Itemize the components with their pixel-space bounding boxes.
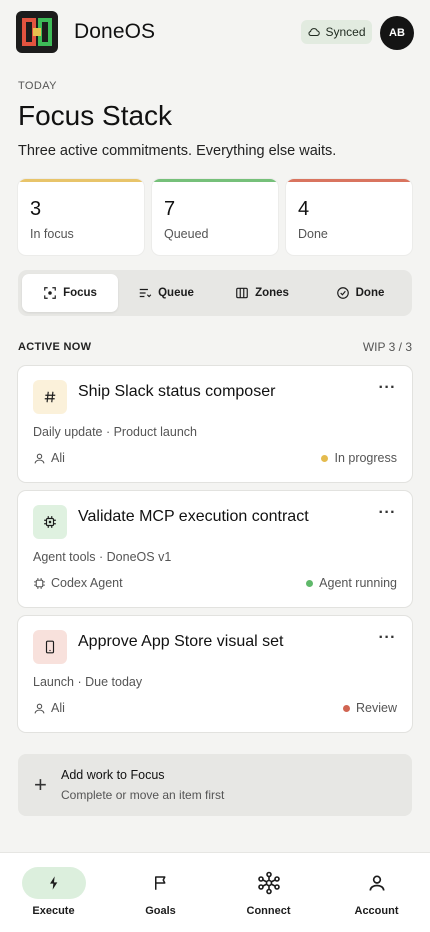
task-meta: Agent tools · DoneOS v1 — [33, 550, 172, 564]
task-owner: Ali — [33, 451, 65, 465]
page-title: Focus Stack — [18, 100, 173, 131]
focus-icon — [44, 287, 56, 299]
status-dot — [321, 454, 329, 462]
bolt-icon — [49, 876, 57, 890]
nav-label: Execute — [32, 905, 75, 917]
hash-icon — [44, 391, 56, 403]
stat-accent-bar — [152, 179, 278, 182]
task-icon-badge — [33, 380, 67, 414]
task-status-label: Review — [356, 701, 397, 715]
nav-label: Account — [354, 905, 399, 917]
task-owner: Codex Agent — [33, 576, 123, 590]
task-owner-name: Ali — [51, 701, 65, 715]
zones-icon — [236, 287, 248, 299]
tab-queue[interactable]: Queue — [118, 274, 214, 312]
tab-label: Focus — [63, 287, 97, 299]
more-options-button[interactable]: ··· — [379, 504, 396, 522]
page-subtitle: Three active commitments. Everything els… — [18, 143, 337, 159]
nav-active-pill — [21, 867, 86, 899]
task-status: Review — [343, 701, 397, 715]
task-card[interactable]: Ship Slack status composer ··· Daily upd… — [18, 366, 412, 482]
nav-icon-wrap — [237, 867, 301, 899]
add-work-title: Add work to Focus — [61, 768, 165, 782]
task-card[interactable]: Validate MCP execution contract ··· Agen… — [18, 491, 412, 607]
tab-label: Queue — [158, 287, 194, 299]
view-tabs: Focus Queue Zones Done — [18, 270, 412, 316]
section-heading: ACTIVE NOW — [18, 341, 92, 353]
nav-item-execute[interactable]: Execute — [0, 853, 107, 932]
stat-card-in-focus[interactable]: 3 In focus — [18, 179, 144, 255]
nav-label: Connect — [246, 905, 291, 917]
task-title: Approve App Store visual set — [78, 633, 284, 650]
cloud-check-icon — [308, 28, 321, 37]
chip-icon — [44, 516, 56, 528]
stat-label: In focus — [30, 227, 74, 241]
nav-icon-wrap — [345, 867, 409, 899]
network-icon — [257, 871, 280, 895]
app-logo — [16, 11, 58, 53]
nav-item-connect[interactable]: Connect — [215, 853, 322, 932]
task-status-label: In progress — [334, 451, 397, 465]
task-owner-name: Codex Agent — [51, 576, 123, 590]
sync-status-label: Synced — [325, 25, 366, 39]
app-header: DoneOS Synced AB — [0, 0, 430, 64]
task-status: In progress — [321, 451, 397, 465]
nav-item-goals[interactable]: Goals — [107, 853, 214, 932]
user-icon — [34, 703, 45, 713]
app-name: DoneOS — [74, 20, 156, 43]
tab-done[interactable]: Done — [312, 274, 408, 312]
stat-value: 3 — [30, 198, 42, 220]
task-status-label: Agent running — [319, 576, 397, 590]
tab-focus[interactable]: Focus — [22, 274, 118, 312]
chip-icon — [34, 577, 45, 589]
wip-counter: WIP 3 / 3 — [362, 340, 412, 354]
task-meta: Daily update · Product launch — [33, 425, 197, 439]
add-work-subtitle: Complete or move an item first — [61, 788, 225, 802]
nav-label: Goals — [145, 905, 176, 917]
add-work-button[interactable]: + Add work to Focus Complete or move an … — [18, 754, 412, 816]
status-dot — [343, 704, 350, 712]
task-title: Validate MCP execution contract — [78, 508, 309, 525]
task-icon-badge — [33, 630, 67, 664]
user-icon — [34, 453, 45, 463]
stat-card-queued[interactable]: 7 Queued — [152, 179, 278, 255]
tab-label: Done — [355, 287, 385, 299]
task-title: Ship Slack status composer — [78, 383, 276, 400]
task-status: Agent running — [306, 576, 397, 590]
task-icon-badge — [33, 505, 67, 539]
status-dot — [306, 579, 314, 587]
nav-icon-wrap — [129, 867, 193, 899]
page-eyebrow: TODAY — [18, 80, 57, 92]
stat-card-done[interactable]: 4 Done — [286, 179, 412, 255]
check-circle-icon — [336, 287, 349, 299]
more-options-button[interactable]: ··· — [379, 379, 396, 397]
bottom-nav: Execute Goals Connect Account — [0, 852, 430, 932]
more-options-button[interactable]: ··· — [379, 629, 396, 647]
flag-icon — [154, 876, 165, 890]
stat-accent-bar — [18, 179, 144, 182]
tab-zones[interactable]: Zones — [214, 274, 310, 312]
doneos-logo-icon — [22, 18, 52, 46]
tab-label: Zones — [255, 287, 289, 299]
task-owner-name: Ali — [51, 451, 65, 465]
stat-value: 4 — [298, 198, 310, 220]
plus-icon: + — [34, 772, 47, 797]
task-card[interactable]: Approve App Store visual set ··· Launch … — [18, 616, 412, 732]
stat-label: Done — [298, 227, 328, 241]
phone-icon — [45, 640, 55, 654]
task-meta: Launch · Due today — [33, 675, 143, 689]
sync-status-badge[interactable]: Synced — [301, 20, 372, 44]
user-avatar[interactable]: AB — [380, 16, 414, 50]
nav-item-account[interactable]: Account — [323, 853, 430, 932]
stat-value: 7 — [164, 198, 176, 220]
stat-accent-bar — [286, 179, 412, 182]
user-icon — [369, 875, 384, 891]
task-owner: Ali — [33, 701, 65, 715]
queue-icon — [139, 288, 152, 298]
stat-label: Queued — [164, 227, 209, 241]
